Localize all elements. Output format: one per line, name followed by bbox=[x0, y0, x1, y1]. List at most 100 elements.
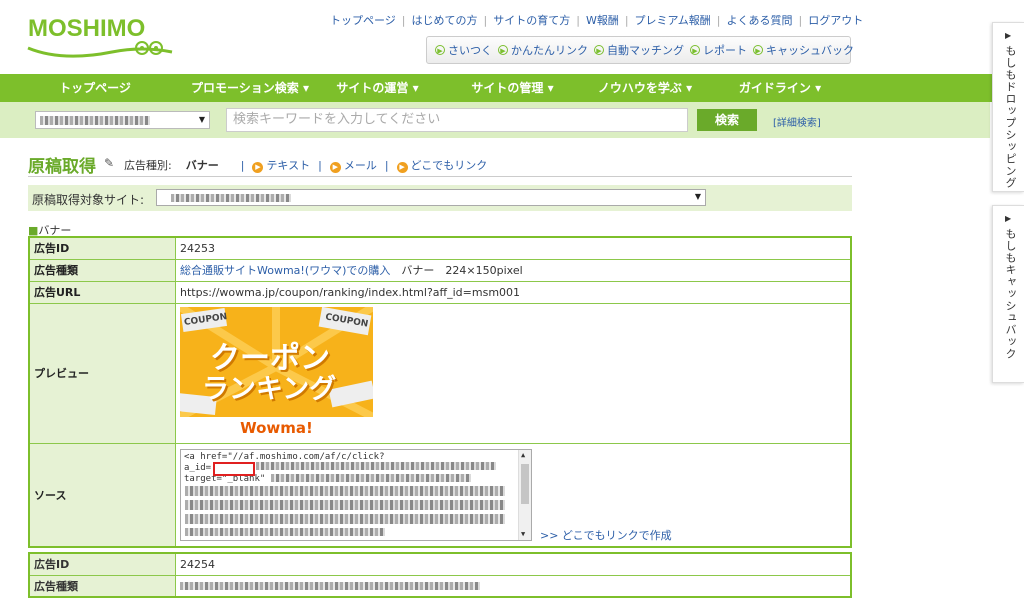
redacted-text bbox=[40, 116, 150, 125]
divider bbox=[28, 176, 852, 177]
highlight-box bbox=[213, 461, 255, 476]
chevron-right-icon: ▶ bbox=[1005, 31, 1012, 40]
preview-label: プレビュー bbox=[28, 302, 176, 444]
ad-id-value: 24254 bbox=[175, 552, 852, 576]
ad-type-text-link[interactable]: ▶ テキスト bbox=[252, 157, 310, 173]
side-tab-label: もしもドロップシッピング bbox=[1004, 45, 1017, 189]
arrow-circle-icon: ▶ bbox=[690, 45, 700, 55]
arrow-circle-icon: ▶ bbox=[252, 162, 264, 173]
nav-site-management[interactable]: サイトの管理 ▾ bbox=[445, 74, 580, 102]
logo-text: MOSHIMO bbox=[28, 15, 145, 42]
ad-url-label: 広告URL bbox=[28, 280, 176, 304]
redacted-text bbox=[171, 194, 291, 202]
banner-preview[interactable]: COUPON COUPON クーポン ランキング Wowma! bbox=[180, 307, 373, 439]
chevron-right-icon: ▶ bbox=[1005, 214, 1012, 223]
quicklink-auto-matching[interactable]: ▶ 自動マッチング bbox=[594, 42, 684, 58]
ad-type-dokodemo-link[interactable]: ▶ どこでもリンク bbox=[396, 157, 487, 173]
search-bar: ▼ 検索キーワードを入力してください 検索 [詳細検索] bbox=[0, 102, 990, 138]
toplink-w-reward[interactable]: W報酬 bbox=[586, 12, 619, 28]
nav-top[interactable]: トップページ bbox=[0, 74, 190, 102]
advanced-search-link[interactable]: [詳細検索] bbox=[773, 114, 821, 129]
arrow-circle-icon: ▶ bbox=[329, 162, 341, 173]
dokodemo-create-link[interactable]: >> どこでもリンクで作成 bbox=[540, 527, 672, 543]
arrow-circle-icon: ▶ bbox=[498, 45, 508, 55]
ad-detail-table: 広告ID 24253 広告種類 総合通販サイトWowma!(ワウマ)での購入 バ… bbox=[28, 236, 852, 548]
ad-type-row-label: 広告種類 bbox=[28, 258, 176, 282]
ad-type-current: バナー bbox=[185, 159, 219, 172]
moshimo-logo[interactable]: MOSHIMO bbox=[22, 8, 182, 64]
arrow-circle-icon: ▶ bbox=[396, 162, 408, 173]
site-select[interactable]: ▼ bbox=[35, 111, 210, 129]
chevron-down-icon: ▼ bbox=[694, 192, 701, 201]
table-row: 広告ID 24253 bbox=[28, 236, 852, 260]
search-button[interactable]: 検索 bbox=[697, 109, 757, 131]
target-site-label: 原稿取得対象サイト: bbox=[32, 193, 145, 207]
redacted-text bbox=[185, 499, 505, 510]
side-tab-dropshipping[interactable]: ▶ もしもドロップシッピング bbox=[992, 22, 1024, 192]
quicklink-report[interactable]: ▶ レポート bbox=[690, 42, 747, 58]
scroll-down-icon[interactable]: ▼ bbox=[521, 529, 525, 540]
arrow-circle-icon: ▶ bbox=[594, 45, 604, 55]
pencil-icon: ✎ bbox=[104, 156, 115, 170]
quicklink-saitsuku[interactable]: ▶ さいつく bbox=[435, 42, 492, 58]
nav-promotion-search[interactable]: プロモーション検索 ▾ bbox=[190, 74, 310, 102]
scrollbar-thumb[interactable] bbox=[521, 463, 529, 504]
redacted-text bbox=[185, 485, 505, 496]
toplink-logout[interactable]: ログアウト bbox=[808, 12, 863, 28]
ad-type-size: バナー 224×150pixel bbox=[401, 264, 523, 277]
ad-type-mail-link[interactable]: ▶ メール bbox=[329, 157, 377, 173]
redacted-text bbox=[185, 527, 385, 536]
quick-links-bar: ▶ さいつく ▶ かんたんリンク ▶ 自動マッチング ▶ レポート ▶ キャッシュバック bbox=[426, 36, 854, 64]
table-row: 広告ID 24254 bbox=[28, 552, 852, 576]
scrollbar[interactable]: ▲ ▼ bbox=[518, 449, 531, 540]
quicklink-cashback[interactable]: ▶ キャッシュバック bbox=[753, 42, 854, 58]
ad-type-label: 広告種別: bbox=[124, 159, 172, 172]
ad-type-row-label: 広告種類 bbox=[28, 574, 176, 598]
banner-brand: Wowma! bbox=[240, 419, 313, 437]
dropdown-caret-icon: ▾ bbox=[412, 81, 419, 95]
quicklink-easy-link[interactable]: ▶ かんたんリンク bbox=[498, 42, 588, 58]
side-tab-cashback[interactable]: ▶ もしもキャッシュバック bbox=[992, 205, 1024, 383]
arrow-circle-icon: ▶ bbox=[753, 45, 763, 55]
top-links: トップページ | はじめての方 | サイトの育て方 | W報酬 | プレミアム報酬 | よ… bbox=[330, 12, 864, 28]
redacted-text bbox=[271, 473, 471, 482]
table-row: ソース <a href="//af.moshimo.com/af/c/click… bbox=[28, 442, 852, 548]
dropdown-caret-icon: ▾ bbox=[302, 81, 309, 95]
target-site-select[interactable]: ▼ bbox=[156, 189, 706, 206]
table-row: プレビュー COUPON COUPON クーポン ランキング Wowma! bbox=[28, 302, 852, 444]
ad-url-value: https://wowma.jp/coupon/ranking/index.ht… bbox=[175, 280, 852, 304]
ad-type-selector: 広告種別: バナー | ▶ テキスト | ▶ メール | ▶ どこでもリンク bbox=[124, 157, 488, 173]
target-site-row: 原稿取得対象サイト: ▼ bbox=[28, 185, 852, 211]
nav-site-operation[interactable]: サイトの運営 ▾ bbox=[310, 74, 445, 102]
ad-detail-table-2: 広告ID 24254 広告種類 bbox=[28, 552, 852, 598]
nav-learn-knowhow[interactable]: ノウハウを学ぶ ▾ bbox=[580, 74, 710, 102]
redacted-text bbox=[185, 513, 505, 524]
source-label: ソース bbox=[28, 442, 176, 548]
dropdown-caret-icon: ▾ bbox=[686, 81, 693, 95]
ad-id-value: 24253 bbox=[175, 236, 852, 260]
redacted-text bbox=[180, 581, 480, 590]
dropdown-caret-icon: ▾ bbox=[547, 81, 554, 95]
toplink-premium-reward[interactable]: プレミアム報酬 bbox=[635, 12, 711, 28]
dropdown-caret-icon: ▾ bbox=[815, 81, 822, 95]
banner-headline-2: ランキング bbox=[202, 374, 337, 405]
chevron-down-icon: ▼ bbox=[198, 115, 205, 124]
ad-type-program-link[interactable]: 総合通販サイトWowma!(ワウマ)での購入 bbox=[180, 264, 390, 277]
toplink-beginner[interactable]: はじめての方 bbox=[412, 12, 478, 28]
page-title: 原稿取得 bbox=[28, 157, 96, 177]
toplink-faq[interactable]: よくある質問 bbox=[727, 12, 793, 28]
ad-id-label: 広告ID bbox=[28, 236, 176, 260]
toplink-grow-site[interactable]: サイトの育て方 bbox=[493, 12, 570, 28]
table-row: 広告URL https://wowma.jp/coupon/ranking/in… bbox=[28, 280, 852, 304]
arrow-circle-icon: ▶ bbox=[435, 45, 445, 55]
redacted-text bbox=[256, 461, 496, 470]
table-row: 広告種類 bbox=[28, 574, 852, 598]
source-code-textarea[interactable]: <a href="//af.moshimo.com/af/c/click? a_… bbox=[180, 448, 532, 541]
side-tab-label: もしもキャッシュバック bbox=[1004, 228, 1017, 360]
search-input[interactable]: 検索キーワードを入力してください bbox=[226, 108, 688, 132]
scroll-up-icon[interactable]: ▲ bbox=[521, 450, 525, 461]
nav-guidelines[interactable]: ガイドライン ▾ bbox=[710, 74, 850, 102]
ad-id-label: 広告ID bbox=[28, 552, 176, 576]
toplink-top[interactable]: トップページ bbox=[330, 12, 396, 28]
table-row: 広告種類 総合通販サイトWowma!(ワウマ)での購入 バナー 224×150p… bbox=[28, 258, 852, 282]
